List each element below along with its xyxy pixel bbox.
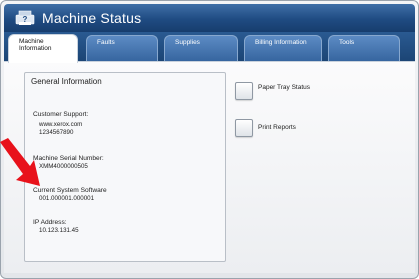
customer-support-label: Customer Support:: [33, 111, 89, 118]
tab-supplies[interactable]: Supplies: [164, 35, 238, 62]
ip-address-label: IP Address:: [33, 219, 67, 226]
window-title: Machine Status: [42, 10, 142, 26]
system-software-label: Current System Software: [33, 187, 107, 194]
tab-strip: Machine Information Faults Supplies Bill…: [4, 32, 415, 63]
customer-support-url: www.xerox.com: [39, 121, 83, 128]
paper-tray-status-button[interactable]: [235, 82, 253, 100]
red-arrow-pointer: [0, 138, 40, 186]
tab-faults[interactable]: Faults: [86, 35, 158, 62]
print-reports-label[interactable]: Print Reports: [258, 124, 296, 131]
system-software-value: 001.000001.000001: [39, 195, 95, 202]
serial-number-label: Machine Serial Number:: [33, 155, 104, 162]
title-bar: ? Machine Status: [4, 4, 415, 32]
svg-text:?: ?: [23, 15, 28, 24]
serial-number-value: XMM4000000505: [39, 163, 88, 170]
tab-machine-information[interactable]: Machine Information: [8, 34, 78, 63]
tab-billing-information[interactable]: Billing Information: [244, 35, 322, 62]
print-reports-button[interactable]: [235, 119, 253, 137]
general-information-heading: General Information: [31, 77, 102, 86]
tab-tools[interactable]: Tools: [328, 35, 400, 62]
ip-address-value: 10.123.131.45: [39, 227, 79, 234]
customer-support-phone: 1234567890: [39, 129, 74, 136]
machine-information-panel: General Information Customer Support: ww…: [4, 61, 415, 273]
general-information-box: General Information Customer Support: ww…: [24, 72, 226, 262]
paper-tray-status-label[interactable]: Paper Tray Status: [258, 84, 310, 91]
machine-status-icon: ?: [15, 10, 35, 25]
